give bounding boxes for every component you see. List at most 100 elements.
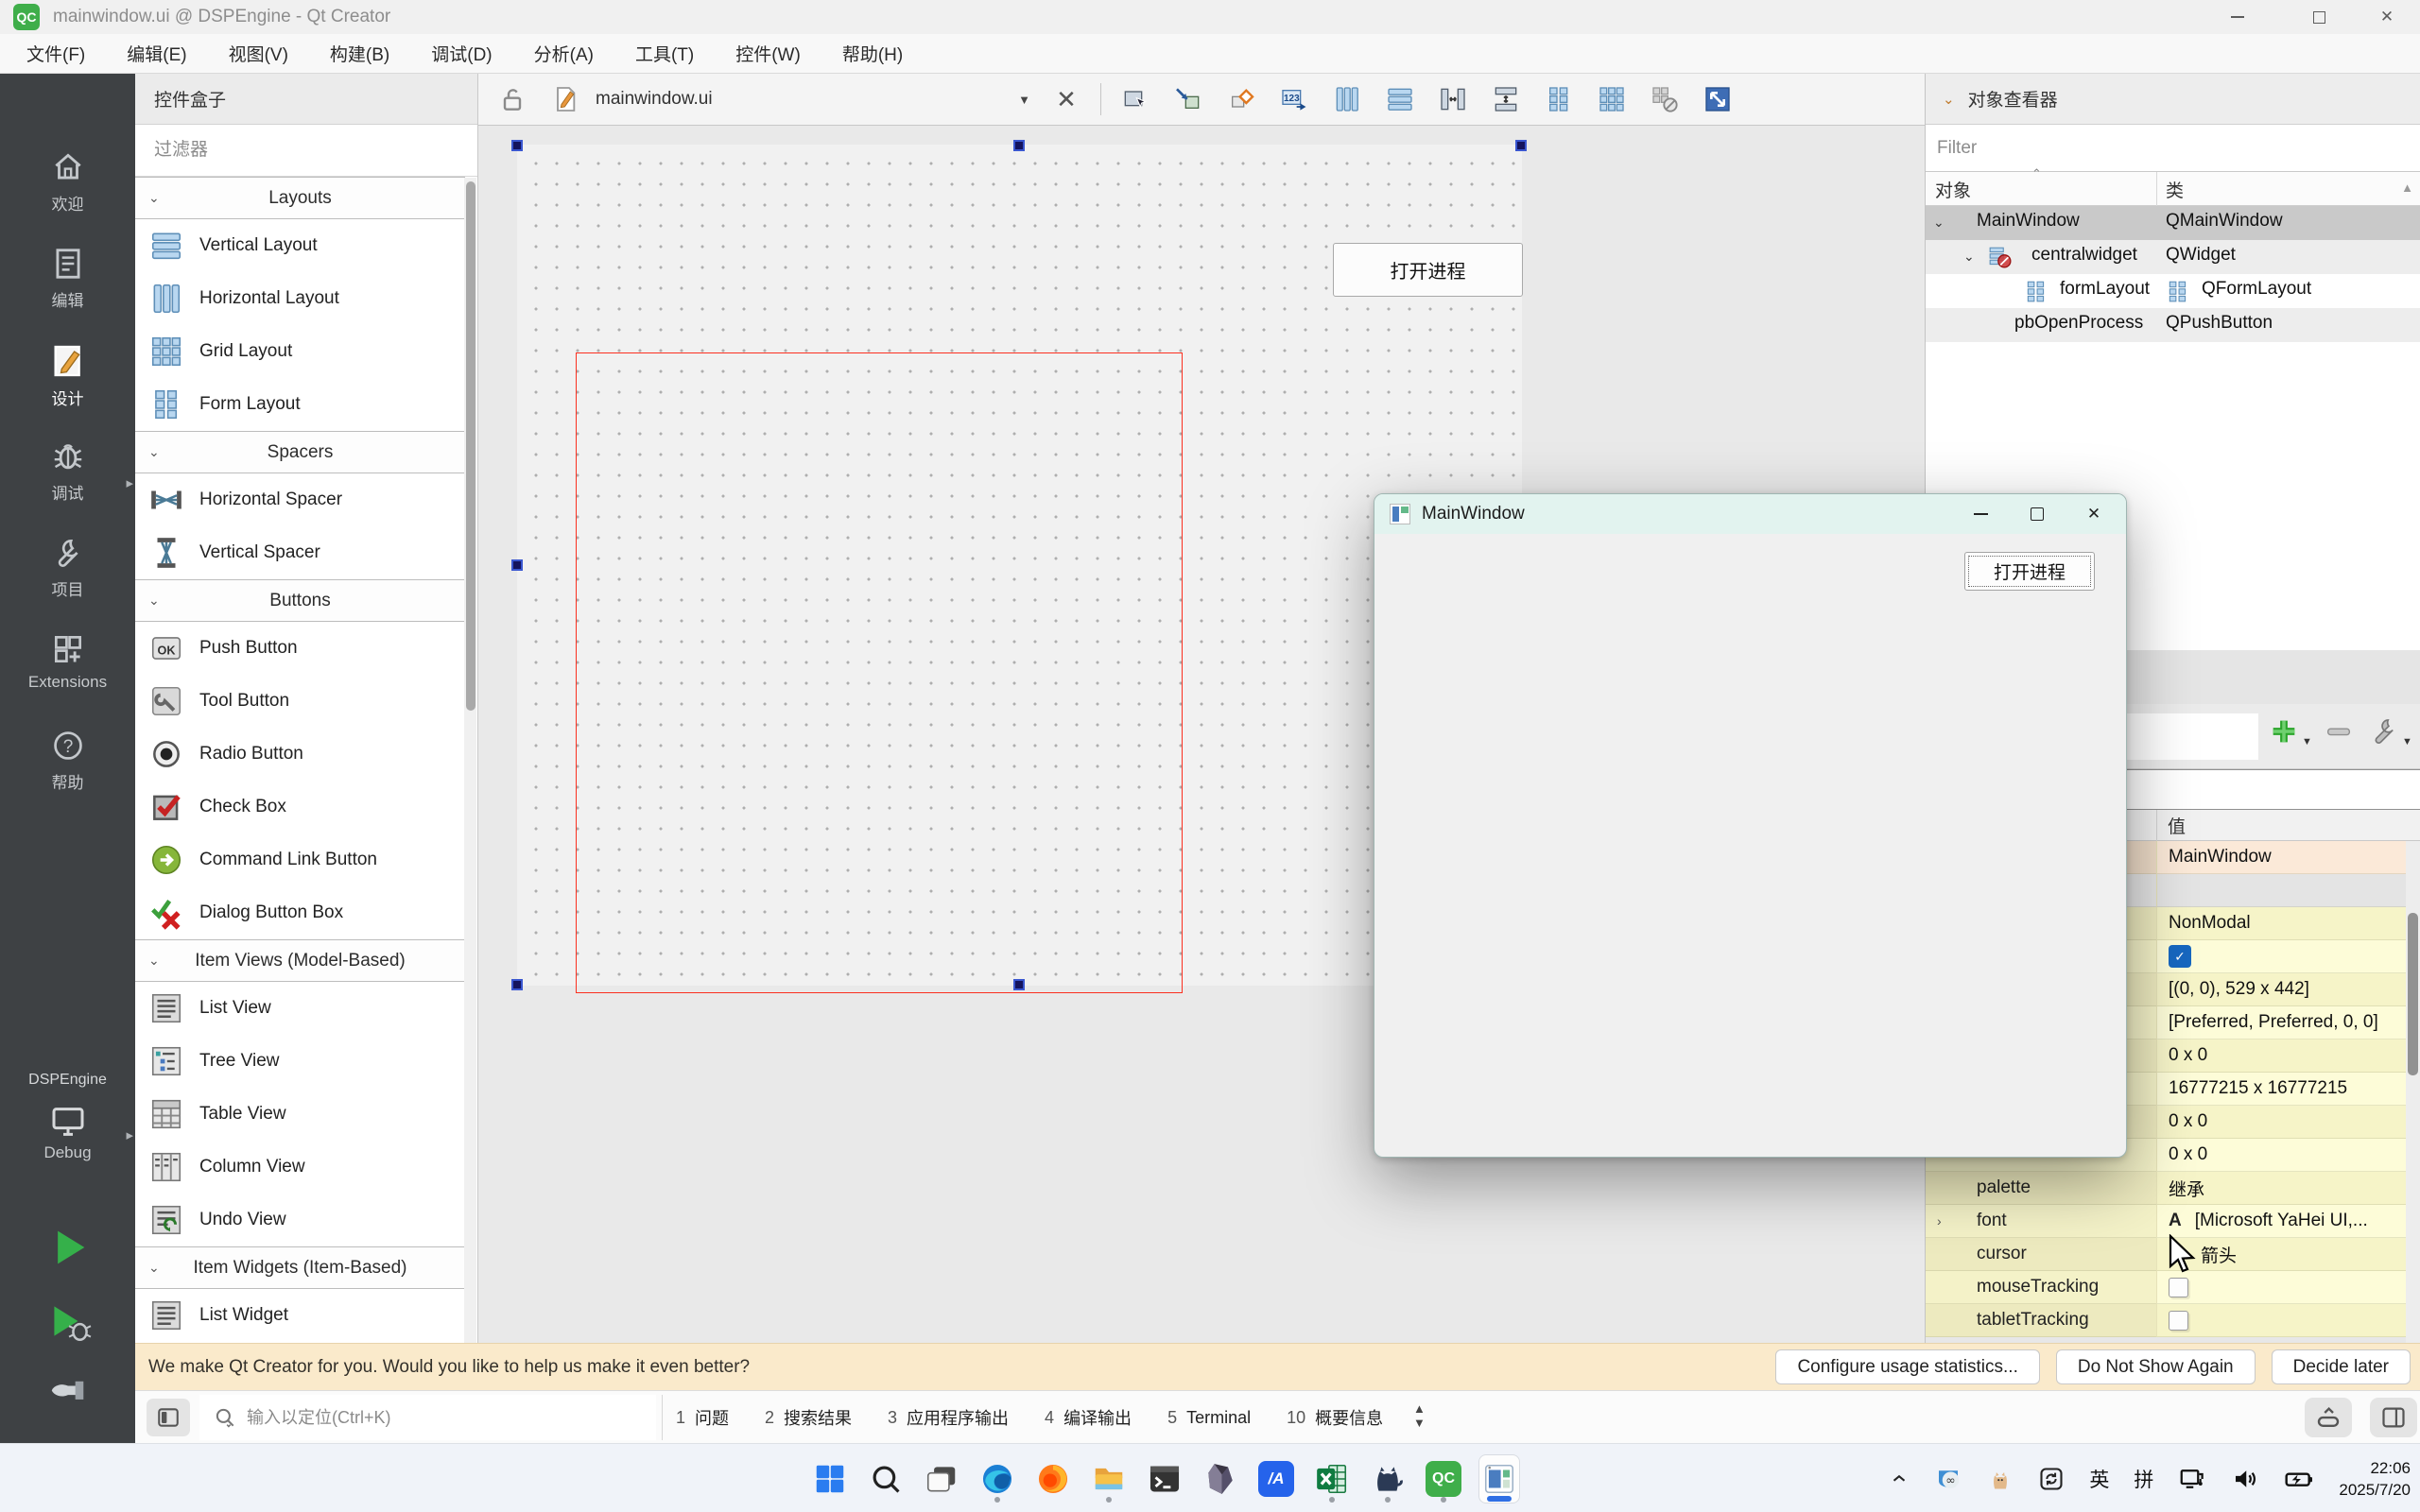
- chevron-down-icon[interactable]: ⌄: [1933, 215, 1945, 231]
- widget-undo-view[interactable]: Undo View: [135, 1194, 465, 1246]
- property-row-palette[interactable]: palette 继承: [1926, 1172, 2420, 1205]
- menu-analyze[interactable]: 分析(A): [513, 41, 614, 66]
- layout-splitter-vertical-tool-icon[interactable]: [1485, 78, 1527, 120]
- output-pane-compile-output[interactable]: 4编译输出: [1045, 1405, 1132, 1430]
- menu-help[interactable]: 帮助(H): [821, 41, 924, 66]
- widget-form-layout[interactable]: Form Layout: [135, 378, 465, 431]
- toggle-right-sidebar-button[interactable]: [2370, 1398, 2417, 1437]
- debug-run-button[interactable]: [0, 1298, 135, 1346]
- obsidian-icon[interactable]: [1200, 1454, 1241, 1503]
- taskbar-search-button[interactable]: [865, 1454, 907, 1503]
- widget-check-box[interactable]: Check Box: [135, 781, 465, 833]
- kit-selector[interactable]: Debug ▸: [0, 1106, 135, 1181]
- mode-extensions[interactable]: Extensions: [0, 631, 135, 722]
- menu-edit[interactable]: 编辑(E): [106, 41, 207, 66]
- app-minimize-button[interactable]: [1952, 494, 2009, 534]
- widget-vertical-spacer[interactable]: Vertical Spacer: [135, 526, 465, 579]
- open-output-pane-button[interactable]: [2305, 1398, 2352, 1437]
- widget-radio-button[interactable]: Radio Button: [135, 728, 465, 781]
- widget-dialog-button-box[interactable]: Dialog Button Box: [135, 886, 465, 939]
- run-button[interactable]: [0, 1223, 135, 1272]
- menu-build[interactable]: 构建(B): [309, 41, 410, 66]
- edit-widgets-tool-icon[interactable]: [1115, 78, 1156, 120]
- tree-row-pbopenprocess[interactable]: pbOpenProcess QPushButton: [1926, 308, 2420, 342]
- cast-display-icon[interactable]: [2178, 1465, 2206, 1493]
- running-app-window[interactable]: MainWindow ✕ 打开进程: [1374, 493, 2127, 1158]
- mode-edit[interactable]: 编辑: [0, 246, 135, 336]
- build-button[interactable]: [0, 1376, 135, 1419]
- scrollbar-thumb[interactable]: [2408, 913, 2418, 1075]
- designer-form-canvas[interactable]: 打开进程: [517, 145, 1522, 986]
- maximize-button[interactable]: [2285, 0, 2353, 34]
- toggle-left-sidebar-button[interactable]: [147, 1399, 190, 1436]
- app-close-button[interactable]: ✕: [2066, 494, 2122, 534]
- section-item-widgets[interactable]: ⌄ Item Widgets (Item-Based): [135, 1246, 465, 1289]
- checkbox-checked-icon[interactable]: ✓: [2169, 945, 2191, 968]
- widget-push-button[interactable]: OK Push Button: [135, 622, 465, 675]
- qt-creator-taskbar-icon[interactable]: QC: [1423, 1454, 1464, 1503]
- section-item-views[interactable]: ⌄ Item Views (Model-Based): [135, 939, 465, 982]
- close-button[interactable]: ✕: [2353, 0, 2420, 34]
- designer-push-button[interactable]: 打开进程: [1333, 243, 1523, 297]
- open-document-selector[interactable]: mainwindow.ui ▼: [596, 89, 1040, 110]
- tree-row-mainwindow[interactable]: ⌄ MainWindow QMainWindow: [1926, 206, 2420, 240]
- property-row-tablettracking[interactable]: tabletTracking: [1926, 1304, 2420, 1337]
- widget-horizontal-spacer[interactable]: Horizontal Spacer: [135, 473, 465, 526]
- break-layout-tool-icon[interactable]: [1644, 78, 1685, 120]
- locator-search-box[interactable]: [199, 1395, 656, 1440]
- mode-design[interactable]: 设计: [0, 342, 135, 433]
- tab-order-tool-icon[interactable]: 123: [1273, 78, 1315, 120]
- expand-arrow-icon[interactable]: ›: [1937, 1213, 1942, 1228]
- column-divider[interactable]: [2156, 810, 2157, 841]
- selection-handle-left-middle[interactable]: [511, 559, 523, 571]
- widget-box-scrollbar[interactable]: [464, 178, 476, 1343]
- app-maximize-button[interactable]: [2009, 494, 2066, 534]
- scrollbar-thumb[interactable]: [466, 181, 475, 711]
- layout-vertical-tool-icon[interactable]: [1379, 78, 1421, 120]
- widget-filter-input[interactable]: [135, 125, 478, 176]
- buddy-editor-tool-icon[interactable]: [1220, 78, 1262, 120]
- tray-expand-chevron[interactable]: [1889, 1469, 1910, 1489]
- property-editor-scrollbar[interactable]: [2406, 841, 2420, 1343]
- selection-handle-top-left[interactable]: [511, 140, 523, 151]
- edge-browser-icon[interactable]: [977, 1454, 1018, 1503]
- selection-handle-top-center[interactable]: [1013, 140, 1025, 151]
- layout-grid-tool-icon[interactable]: [1591, 78, 1633, 120]
- decide-later-button[interactable]: Decide later: [2272, 1349, 2411, 1384]
- terminal-icon[interactable]: [1144, 1454, 1185, 1503]
- sync-settings-icon[interactable]: [2038, 1466, 2065, 1492]
- selection-handle-bottom-center[interactable]: [1013, 979, 1025, 990]
- checkbox-unchecked-icon[interactable]: [2169, 1278, 2188, 1297]
- signals-slots-tool-icon[interactable]: [1167, 78, 1209, 120]
- scroll-up-icon[interactable]: ▲: [2401, 180, 2413, 195]
- add-dynamic-property-button[interactable]: ▼: [2268, 715, 2312, 747]
- object-inspector-column-headers[interactable]: 对象 ⌃ 类 ▲: [1926, 172, 2420, 206]
- column-divider[interactable]: [2156, 172, 2157, 206]
- a-doc-app-icon[interactable]: /A: [1255, 1454, 1297, 1503]
- edit-document-icon[interactable]: [544, 78, 586, 120]
- ime-pinyin-indicator[interactable]: 拼: [2134, 1465, 2153, 1493]
- menu-file[interactable]: 文件(F): [6, 41, 106, 66]
- object-filter-input[interactable]: [1926, 125, 2420, 171]
- adjust-size-tool-icon[interactable]: [1697, 78, 1738, 120]
- object-inspector-filter[interactable]: [1926, 125, 2420, 172]
- clash-cat-icon[interactable]: [1367, 1454, 1409, 1503]
- output-pane-issues[interactable]: 1问题: [676, 1405, 729, 1430]
- file-lock-icon[interactable]: [492, 78, 533, 120]
- mode-projects[interactable]: 项目: [0, 535, 135, 626]
- widget-grid-layout[interactable]: Grid Layout: [135, 325, 465, 378]
- layout-horizontal-tool-icon[interactable]: [1326, 78, 1368, 120]
- firefox-browser-icon[interactable]: [1032, 1454, 1074, 1503]
- chevron-down-icon[interactable]: ⌄: [1963, 249, 1975, 265]
- form-layout-frame[interactable]: [576, 352, 1183, 993]
- minimize-button[interactable]: [2204, 0, 2272, 34]
- excel-icon[interactable]: [1311, 1454, 1353, 1503]
- app-window-titlebar[interactable]: MainWindow ✕: [1374, 494, 2127, 534]
- ime-language-indicator[interactable]: 英: [2089, 1465, 2109, 1493]
- mode-debug[interactable]: 调试 ▸: [0, 438, 135, 529]
- section-layouts[interactable]: ⌄ Layouts: [135, 177, 465, 219]
- checkbox-unchecked-icon[interactable]: [2169, 1311, 2188, 1331]
- debug-flyout-arrow[interactable]: ▸: [126, 474, 133, 491]
- volume-icon[interactable]: [2231, 1465, 2259, 1493]
- property-row-font[interactable]: ›font A[Microsoft YaHei UI,...: [1926, 1205, 2420, 1238]
